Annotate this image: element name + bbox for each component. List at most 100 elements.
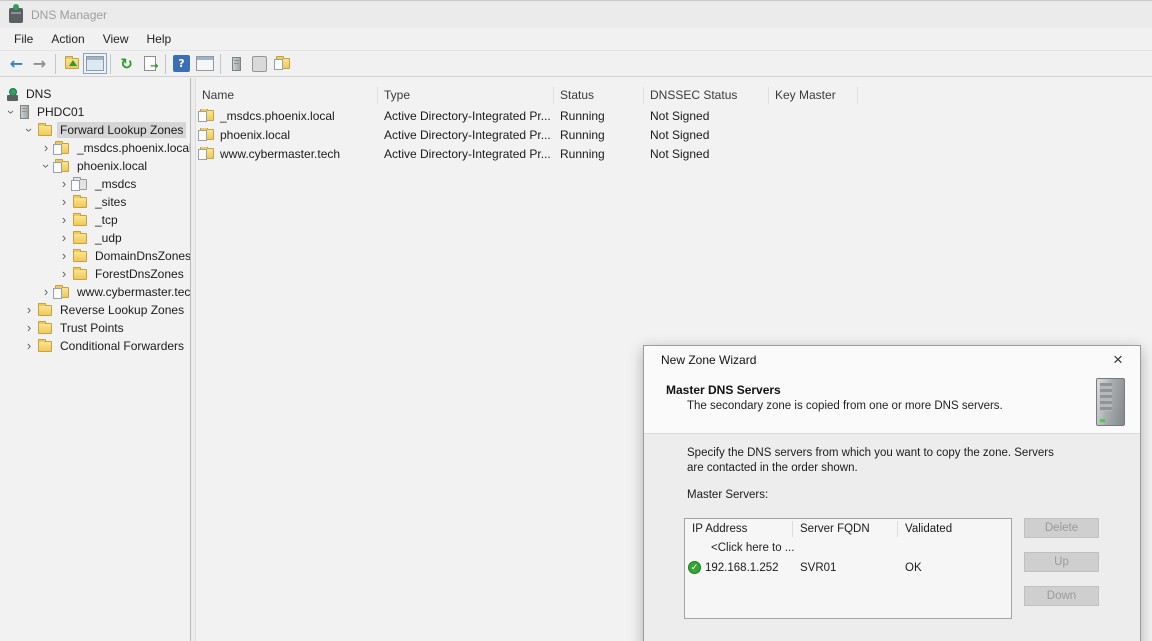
- zone-icon: [55, 143, 69, 154]
- menu-help[interactable]: Help: [138, 29, 181, 49]
- back-icon[interactable]: ←: [5, 53, 28, 75]
- tree-item-dns[interactable]: DNS: [0, 85, 190, 103]
- zone-row-msdcs-phoenix-local[interactable]: _msdcs.phoenix.local Active Directory-In…: [196, 106, 1152, 125]
- up-button[interactable]: Up: [1024, 552, 1099, 572]
- column-header-server-fqdn[interactable]: Server FQDN: [793, 521, 898, 537]
- column-header-type[interactable]: Type: [378, 87, 554, 104]
- column-header-key-master[interactable]: Key Master: [769, 87, 858, 104]
- chevron-collapsed-icon[interactable]: ›: [21, 322, 37, 334]
- toolbar: ← → ↻ → ?: [0, 50, 1152, 77]
- zone-row-phoenix-local[interactable]: phoenix.local Active Directory-Integrate…: [196, 125, 1152, 144]
- tree-item-msdcs[interactable]: › _msdcs: [0, 175, 190, 193]
- folder-icon: [38, 323, 52, 334]
- tree-item-sites[interactable]: › _sites: [0, 193, 190, 211]
- validated-check-icon: ✓: [688, 561, 701, 574]
- menu-file[interactable]: File: [5, 29, 42, 49]
- tree-item-phoenix-local[interactable]: › phoenix.local: [0, 157, 190, 175]
- wizard-header: Master DNS Servers The secondary zone is…: [644, 373, 1140, 434]
- server-fqdn: SVR01: [793, 562, 898, 574]
- down-button[interactable]: Down: [1024, 586, 1099, 606]
- tree-item-phdc01[interactable]: › PHDC01: [0, 103, 190, 121]
- chevron-collapsed-icon[interactable]: ›: [56, 250, 72, 262]
- new-zone-wizard-dialog: New Zone Wizard × Master DNS Servers The…: [643, 345, 1141, 641]
- column-header-blank: [858, 87, 1152, 104]
- wizard-page-title: Master DNS Servers: [666, 383, 781, 397]
- toolbar-separator: [165, 54, 166, 74]
- zone-icon: [200, 110, 214, 121]
- chevron-expanded-icon[interactable]: ›: [40, 158, 52, 174]
- window-title: DNS Manager: [31, 8, 107, 22]
- menu-action[interactable]: Action: [42, 29, 93, 49]
- chevron-collapsed-icon[interactable]: ›: [21, 304, 37, 316]
- folder-icon: [73, 197, 87, 208]
- wizard-instructions: Specify the DNS servers from which you w…: [687, 446, 1071, 476]
- chevron-collapsed-icon[interactable]: ›: [38, 142, 54, 154]
- dns-manager-app-icon: [9, 8, 23, 23]
- close-icon[interactable]: ×: [1104, 349, 1132, 371]
- column-header-dnssec-status[interactable]: DNSSEC Status: [644, 87, 769, 104]
- properties-window-icon[interactable]: [193, 53, 216, 75]
- menu-bar: File Action View Help: [0, 28, 1152, 50]
- master-server-row[interactable]: ✓ 192.168.1.252 SVR01 OK: [685, 558, 1011, 577]
- list-header: Name Type Status DNSSEC Status Key Maste…: [196, 85, 1152, 106]
- show-console-tree-icon[interactable]: [83, 53, 106, 75]
- dialog-title: New Zone Wizard: [661, 353, 1104, 367]
- add-server-placeholder-row[interactable]: <Click here to ...: [685, 539, 1011, 558]
- column-header-ip-address[interactable]: IP Address: [685, 521, 793, 537]
- chevron-collapsed-icon[interactable]: ›: [56, 232, 72, 244]
- folder-icon: [73, 251, 87, 262]
- master-servers-label: Master Servers:: [687, 489, 768, 501]
- tree-item-www-cybermaster-tech[interactable]: › www.cybermaster.tec: [0, 283, 190, 301]
- export-list-icon[interactable]: →: [138, 53, 161, 75]
- tree-item-tcp[interactable]: › _tcp: [0, 211, 190, 229]
- forward-icon[interactable]: →: [28, 53, 51, 75]
- server-validated: OK: [898, 562, 1011, 574]
- tree-item-domaindnszones[interactable]: › DomainDnsZones: [0, 247, 190, 265]
- delete-button[interactable]: Delete: [1024, 518, 1099, 538]
- tree-item-forward-lookup-zones[interactable]: › Forward Lookup Zones: [0, 121, 190, 139]
- dialog-title-bar[interactable]: New Zone Wizard ×: [644, 346, 1140, 373]
- wizard-page-subtitle: The secondary zone is copied from one or…: [687, 400, 1003, 412]
- chevron-collapsed-icon[interactable]: ›: [38, 286, 54, 298]
- tree-item-forestdnszones[interactable]: › ForestDnsZones: [0, 265, 190, 283]
- zone-row-www-cybermaster-tech[interactable]: www.cybermaster.tech Active Directory-In…: [196, 144, 1152, 163]
- chevron-expanded-icon[interactable]: ›: [5, 104, 17, 120]
- folder-icon: [73, 215, 87, 226]
- tree-item-trust-points[interactable]: › Trust Points: [0, 319, 190, 337]
- server-icon[interactable]: [225, 53, 248, 75]
- chevron-expanded-icon[interactable]: ›: [23, 122, 35, 138]
- master-servers-header: IP Address Server FQDN Validated: [685, 519, 1011, 539]
- folder-icon: [73, 269, 87, 280]
- chevron-collapsed-icon[interactable]: ›: [56, 196, 72, 208]
- tree-item-conditional-forwarders[interactable]: › Conditional Forwarders: [0, 337, 190, 355]
- zone-icon: [200, 129, 214, 140]
- chevron-collapsed-icon[interactable]: ›: [56, 214, 72, 226]
- toolbar-separator: [55, 54, 56, 74]
- zone-icon: [200, 148, 214, 159]
- tree-item-msdcs-phoenix-local[interactable]: › _msdcs.phoenix.local: [0, 139, 190, 157]
- chevron-collapsed-icon[interactable]: ›: [21, 340, 37, 352]
- column-header-validated[interactable]: Validated: [898, 521, 1011, 537]
- title-bar: DNS Manager: [0, 0, 1152, 28]
- console-tree: DNS › PHDC01 › Forward Lookup Zones › _m…: [0, 78, 190, 641]
- column-header-status[interactable]: Status: [554, 87, 644, 104]
- help-icon[interactable]: ?: [170, 53, 193, 75]
- server-tower-icon: [1096, 378, 1125, 426]
- column-header-name[interactable]: Name: [196, 87, 378, 104]
- tree-item-reverse-lookup-zones[interactable]: › Reverse Lookup Zones: [0, 301, 190, 319]
- folder-icon: [38, 305, 52, 316]
- wizard-body: Specify the DNS servers from which you w…: [644, 434, 1140, 641]
- console-icon[interactable]: [248, 53, 271, 75]
- chevron-collapsed-icon[interactable]: ›: [56, 268, 72, 280]
- server-ip: 192.168.1.252: [705, 562, 779, 574]
- tree-item-udp[interactable]: › _udp: [0, 229, 190, 247]
- dns-root-icon: [7, 88, 18, 101]
- menu-view[interactable]: View: [94, 29, 138, 49]
- zone-icon: [55, 161, 69, 172]
- up-one-level-icon[interactable]: [60, 53, 83, 75]
- create-zone-icon[interactable]: [271, 53, 294, 75]
- refresh-icon[interactable]: ↻: [115, 53, 138, 75]
- toolbar-separator: [110, 54, 111, 74]
- chevron-collapsed-icon[interactable]: ›: [56, 178, 72, 190]
- master-servers-table: IP Address Server FQDN Validated <Click …: [684, 518, 1012, 619]
